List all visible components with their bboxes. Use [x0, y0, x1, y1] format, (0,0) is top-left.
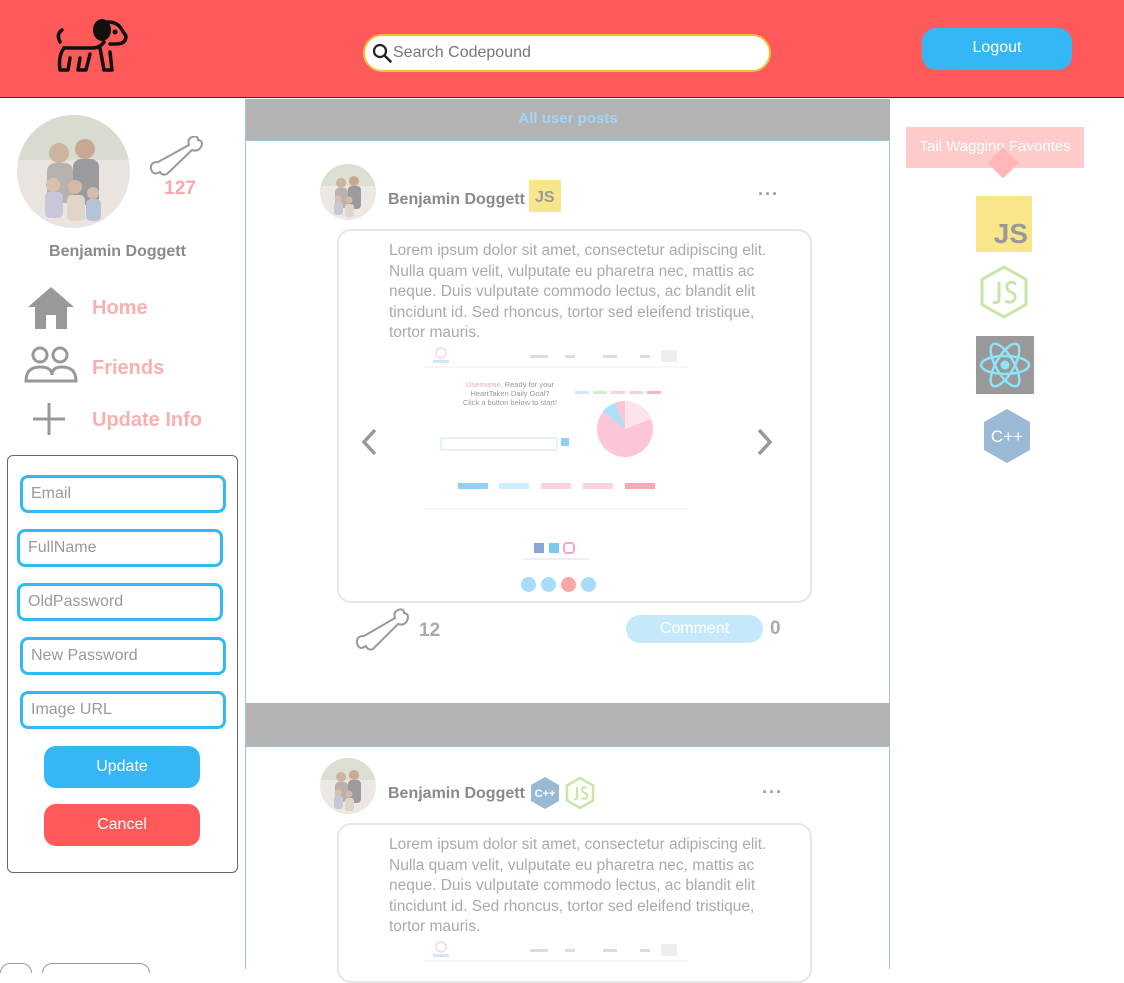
post-card: Benjamin Doggett JS ··· Lorem ipsum dolo… [246, 142, 890, 703]
update-info-form: Update Cancel [7, 455, 238, 873]
post-body-text: Lorem ipsum dolor sit amet, consectetur … [389, 242, 767, 341]
search-icon [372, 43, 392, 63]
carousel-dot[interactable] [521, 577, 536, 592]
left-sidebar: 127 Benjamin Doggett Home Friends Update… [0, 99, 245, 973]
profile-name: Benjamin Doggett [49, 243, 186, 260]
bone-like-icon[interactable] [354, 608, 412, 652]
email-field-wrap [20, 475, 226, 513]
nav-friends[interactable]: Friends [22, 345, 232, 391]
fullname-field-wrap [17, 529, 223, 567]
cpp-icon: C++ [531, 777, 559, 809]
old-password-field-wrap [17, 583, 223, 621]
nav-update-info-label: Update Info [92, 409, 202, 431]
carousel-dot[interactable] [581, 577, 596, 592]
feed-header: All user posts [246, 99, 890, 141]
profile-avatar[interactable] [17, 115, 130, 228]
cpp-icon[interactable]: C++ [982, 408, 1032, 464]
fullname-field[interactable] [20, 532, 220, 564]
js-icon: JS [529, 180, 561, 212]
email-field[interactable] [23, 478, 223, 510]
cpp-label: C++ [535, 788, 556, 800]
top-header: Logout [0, 0, 1124, 98]
post-author-name[interactable]: Benjamin Doggett [388, 785, 525, 803]
carousel-indicators [521, 577, 601, 593]
slide-greeting: Username, Ready for your HeartTaken Dail… [462, 380, 558, 407]
logout-button[interactable]: Logout [922, 28, 1072, 70]
dog-logo-icon[interactable] [52, 14, 132, 80]
post-more-options-icon[interactable]: ··· [762, 782, 783, 803]
friends-icon [24, 346, 78, 383]
update-button[interactable]: Update [44, 746, 200, 788]
right-sidebar: Tail Wagging Favorites JS C++ [890, 99, 1124, 969]
chevron-left-icon[interactable] [359, 427, 381, 457]
home-icon [28, 287, 74, 329]
carousel-dot[interactable] [541, 577, 556, 592]
image-url-field[interactable] [23, 694, 223, 726]
post-more-options-icon[interactable]: ··· [758, 184, 779, 205]
like-count: 12 [419, 620, 441, 641]
image-url-field-wrap [20, 691, 226, 729]
comment-count: 0 [770, 618, 781, 639]
nodejs-icon [565, 776, 595, 810]
search-input[interactable] [393, 42, 753, 64]
post-image-carousel-slide[interactable] [425, 939, 687, 979]
comment-button[interactable]: Comment [626, 615, 763, 643]
post-author-name[interactable]: Benjamin Doggett [388, 191, 525, 209]
bottom-tab[interactable] [0, 963, 32, 973]
cpp-label: C++ [991, 427, 1023, 446]
chevron-right-icon[interactable] [753, 427, 775, 457]
new-password-field-wrap [20, 637, 226, 675]
post-content-card: Lorem ipsum dolor sit amet, consectetur … [337, 229, 812, 603]
js-icon[interactable]: JS [976, 196, 1032, 252]
bone-count: 127 [164, 178, 196, 199]
search-bar[interactable] [363, 34, 771, 72]
plus-icon [33, 403, 65, 435]
nav-friends-label: Friends [92, 357, 165, 379]
old-password-field[interactable] [20, 586, 220, 618]
cancel-button[interactable]: Cancel [44, 804, 200, 846]
bone-icon [149, 136, 203, 176]
nodejs-icon[interactable] [976, 264, 1032, 320]
nav-home-label: Home [92, 297, 148, 319]
post-content-card: Lorem ipsum dolor sit amet, consectetur … [337, 823, 812, 983]
post-author-avatar[interactable] [320, 758, 376, 814]
post-body-text: Lorem ipsum dolor sit amet, consectetur … [389, 836, 767, 935]
post-author-avatar[interactable] [320, 164, 376, 220]
post-card: Benjamin Doggett C++ ··· Lorem ipsum dol… [246, 748, 890, 983]
post-divider [246, 703, 890, 747]
nav-home[interactable]: Home [22, 285, 232, 331]
nav-update-info[interactable]: Update Info [22, 397, 232, 443]
feed-header-title: All user posts [518, 110, 618, 127]
react-icon[interactable] [976, 336, 1034, 394]
bottom-tab[interactable] [42, 963, 150, 973]
new-password-field[interactable] [23, 640, 223, 672]
carousel-dot[interactable] [561, 577, 576, 592]
feed-column: All user posts Benjamin Doggett JS ··· L… [245, 99, 890, 983]
